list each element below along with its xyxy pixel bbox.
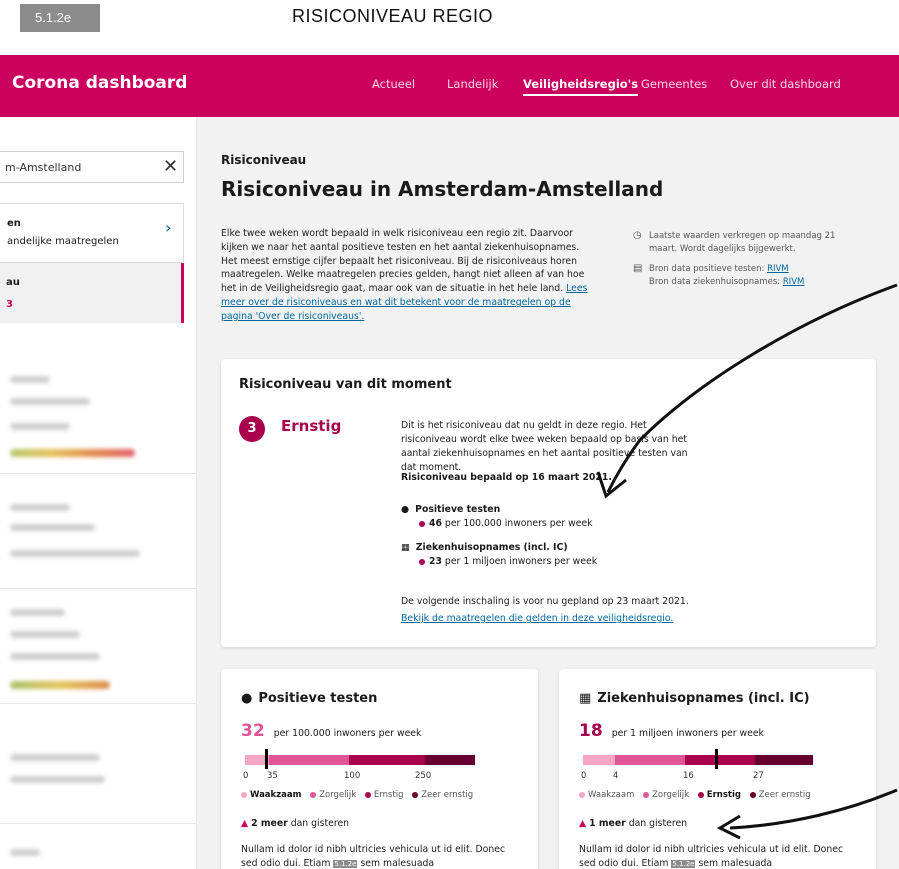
arrow-to-change-indicator (729, 788, 898, 830)
annotation-arrows (596, 283, 898, 840)
arrow-to-risk-indicators (606, 283, 898, 493)
